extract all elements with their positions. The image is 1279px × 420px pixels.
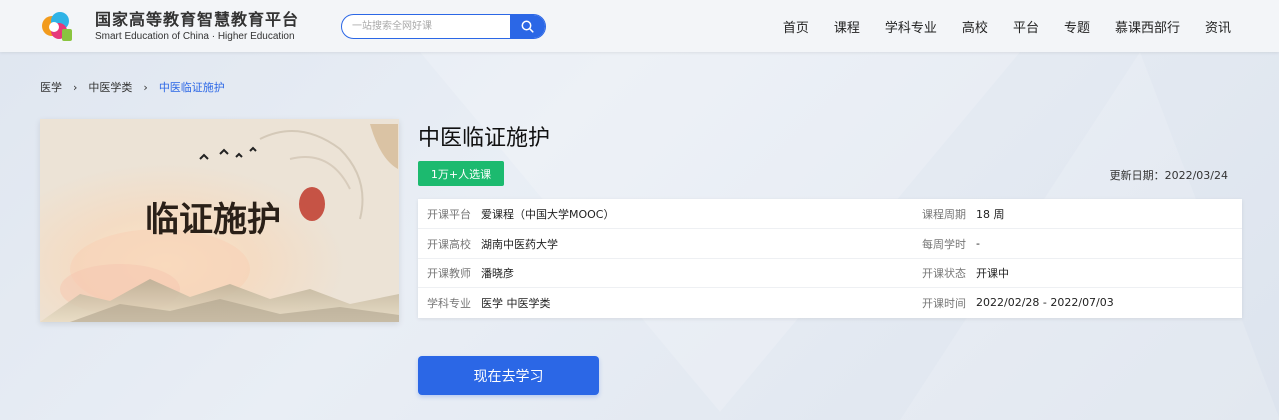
info-label: 课程周期 xyxy=(922,207,966,221)
info-row: 开课平台 爱课程（中国大学MOOC） 课程周期 18 周 xyxy=(418,199,1242,229)
info-value: 2022/02/28 - 2022/07/03 xyxy=(976,296,1114,309)
nav-news[interactable]: 资讯 xyxy=(1205,17,1231,36)
update-date-label: 更新日期： xyxy=(1109,169,1165,182)
info-label: 开课平台 xyxy=(427,207,471,221)
platform-name-cn: 国家高等教育智慧教育平台 xyxy=(95,10,300,29)
info-row: 学科专业 医学 中医学类 开课时间 2022/02/28 - 2022/07/03 xyxy=(418,288,1242,318)
nav-platforms[interactable]: 平台 xyxy=(1013,17,1039,36)
search-box xyxy=(341,14,546,39)
info-label: 开课教师 xyxy=(427,266,471,280)
nav-mooc-west[interactable]: 慕课西部行 xyxy=(1115,17,1180,36)
search-icon xyxy=(521,20,534,33)
course-info-panel: 开课平台 爱课程（中国大学MOOC） 课程周期 18 周 开课高校 湖南中医药大学 每… xyxy=(418,199,1242,318)
info-row: 开课高校 湖南中医药大学 每周学时 - xyxy=(418,229,1242,259)
info-label: 开课高校 xyxy=(427,237,471,251)
nav-home[interactable]: 首页 xyxy=(783,17,809,36)
nav-universities[interactable]: 高校 xyxy=(962,17,988,36)
platform-logo[interactable] xyxy=(40,9,74,43)
info-label: 学科专业 xyxy=(427,296,471,310)
main-nav: 首页 课程 学科专业 高校 平台 专题 慕课西部行 资讯 xyxy=(758,0,1231,52)
info-value: 开课中 xyxy=(976,266,1009,280)
platform-name-en: Smart Education of China · Higher Educat… xyxy=(95,31,295,42)
info-value: 医学 中医学类 xyxy=(481,296,551,310)
cover-title: 临证施护 xyxy=(145,200,281,240)
platform-name[interactable]: 国家高等教育智慧教育平台 Smart Education of China · … xyxy=(95,11,299,43)
breadcrumb-item[interactable]: 中医学类 xyxy=(88,79,132,95)
info-value: 爱课程（中国大学MOOC） xyxy=(481,207,615,221)
info-value: 18 周 xyxy=(976,207,1005,221)
breadcrumb-separator-icon: › xyxy=(143,80,148,94)
top-header: 国家高等教育智慧教育平台 Smart Education of China · … xyxy=(0,0,1279,52)
breadcrumb-item[interactable]: 医学 xyxy=(40,79,62,95)
info-value: 湖南中医药大学 xyxy=(481,237,558,251)
update-date: 更新日期：2022/03/24 xyxy=(1110,167,1228,183)
search-button[interactable] xyxy=(510,15,545,38)
info-value: 潘晓彦 xyxy=(481,266,514,280)
nav-disciplines[interactable]: 学科专业 xyxy=(885,17,937,36)
info-row: 开课教师 潘晓彦 开课状态 开课中 xyxy=(418,258,1242,288)
update-date-value: 2022/03/24 xyxy=(1164,169,1228,182)
info-label: 开课时间 xyxy=(922,296,966,310)
info-label: 开课状态 xyxy=(922,266,966,280)
course-cover-image[interactable]: 临证施护 xyxy=(40,119,399,322)
breadcrumb: 医学 › 中医学类 › 中医临证施护 xyxy=(40,79,225,95)
breadcrumb-separator-icon: › xyxy=(73,80,78,94)
nav-topics[interactable]: 专题 xyxy=(1064,17,1090,36)
breadcrumb-current: 中医临证施护 xyxy=(158,81,225,94)
nav-courses[interactable]: 课程 xyxy=(834,17,860,36)
course-title: 中医临证施护 xyxy=(418,126,551,151)
info-label: 每周学时 xyxy=(922,237,966,251)
enroll-count-badge: 1万+人选课 xyxy=(418,161,504,186)
start-learning-button[interactable]: 现在去学习 xyxy=(418,356,599,395)
info-value: - xyxy=(976,237,980,250)
search-input[interactable] xyxy=(342,15,510,38)
